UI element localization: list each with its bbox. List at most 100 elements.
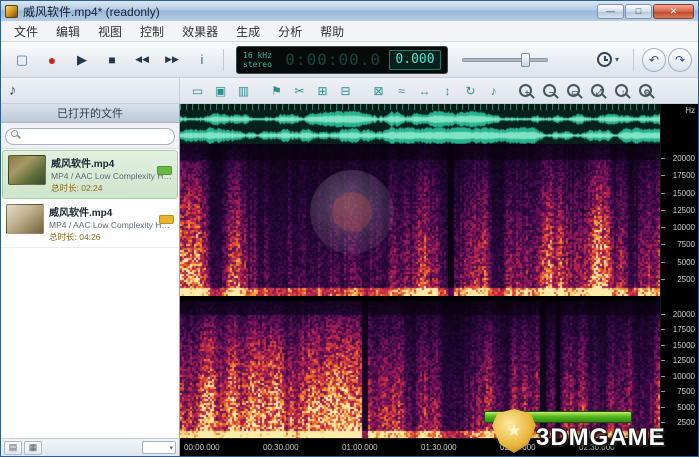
zoom-fit-button[interactable]: ⤢ [586,80,608,101]
file-thumbnail [6,204,44,234]
menu-item-7[interactable]: 分析 [269,21,311,42]
zoom-out-button[interactable]: − [538,80,560,101]
lcd-format-label: 16 kHz stereo [243,50,272,69]
spectrogram-channel-2[interactable] [180,301,660,438]
audio-properties-button[interactable]: ♪ [9,82,17,99]
frequency-label: 2500 [677,274,695,284]
file-format: MP4 / AAC Low Complexity Headin... [51,171,172,181]
minimize-button[interactable]: — [597,3,624,19]
stop-button[interactable]: ■ [97,46,127,73]
search-icon [11,130,18,137]
time-label: 02:30.000 [579,443,615,452]
sidebar-footer: ▤ ▦ ▾ [1,438,180,456]
file-badge [159,215,174,224]
tool-scroll-horizontal-button[interactable]: ↔ [413,80,436,101]
tool-copy-button[interactable]: ⊞ [311,80,334,101]
redo-button[interactable]: ↷ [668,47,692,72]
transport-buttons: ▢ ● ▶ ■ ◀◀ ▶▶ i [7,46,217,73]
frequency-label: 7500 [677,240,695,250]
record-button[interactable]: ● [37,46,67,73]
time-ruler[interactable]: 00:00.000 00:30.000 01:00.000 01:30.000 02:0… [180,438,660,456]
menu-item-2[interactable]: 编辑 [47,21,89,42]
spectrogram-settings-icon: ⚙ [638,84,652,97]
menu-item-4[interactable]: 控制 [131,21,173,42]
tool-paste-button[interactable]: ⊟ [334,80,357,101]
menu-bar: 文件 编辑 视图 控制 效果器 生成 分析 帮助 [1,21,698,42]
tools-left-panel: ♪ [1,78,180,103]
zoom-in-icon: + [518,84,532,97]
frequency-label: 15000 [672,188,695,198]
time-label: 01:30.000 [421,443,457,452]
file-item[interactable]: 威风软件.mp4MP4 / AAC Low Complexity Headin.… [1,200,179,248]
clock-icon [596,52,612,67]
file-title: 威风软件.mp4 [51,159,115,170]
main-view [180,104,660,438]
frequency-ruler: Hz 20000 17500 15000 12500 10000 7500 5000 2500 2… [660,104,698,438]
search-input[interactable] [5,128,175,145]
content-area: 已打开的文件 威风软件.mp4 MP4 / AAC Low Complexity … [1,104,698,438]
maximize-button[interactable]: □ [625,3,652,19]
tool-marker-button[interactable]: ⚑ [265,80,288,101]
menu-item-1[interactable]: 文件 [5,21,47,42]
undo-button[interactable]: ↶ [642,47,666,72]
spectrogram-channel-1[interactable] [180,144,660,296]
tool-delete-button[interactable]: ⊠ [367,80,390,101]
volume-handle[interactable] [521,52,530,67]
zoom-selection-button[interactable]: ▭ [562,80,584,101]
bottom-row: ▤ ▦ ▾ 00:00.000 00:30.000 01:00.000 01:30.000… [1,438,698,456]
play-button[interactable]: ▶ [67,46,97,73]
lcd-time-readout: 0:00:00.0 [285,50,381,69]
frequency-label: 5000 [677,257,695,267]
tool-loop-button[interactable]: ↻ [459,80,482,101]
zoom-vertical-icon: ↕ [614,84,628,97]
zoom-vertical-button[interactable]: ↕ [610,80,632,101]
fast-forward-button[interactable]: ▶▶ [157,46,187,73]
volume-slider[interactable] [462,52,548,68]
scale-select[interactable]: ▾ [142,441,176,454]
frequency-label: 20000 [672,154,695,164]
menu-item-6[interactable]: 生成 [227,21,269,42]
time-format-button[interactable]: ▾ [589,47,627,73]
menu-item-3[interactable]: 视图 [89,21,131,42]
spectrogram-settings-button[interactable]: ⚙ [634,80,656,101]
toggle-file-panel-button[interactable]: ▤ [4,440,22,455]
tool-scroll-vertical-button[interactable]: ↕ [436,80,459,101]
menu-item-5[interactable]: 效果器 [173,21,227,42]
window-title: 威风软件.mp4* (readonly) [23,4,160,19]
window-controls: — □ ✕ [597,3,694,19]
frequency-label: 5000 [677,402,695,412]
loop-selection-button[interactable]: ▢ [7,46,37,73]
frequency-label: 12500 [672,205,695,215]
edit-tools: ▭ ▣ ▥ ⚑ ✂ ⊞ ⊟ ⊠ ≈ ↔ ↕ ↻ ♪ [180,80,505,101]
file-item[interactable]: 威风软件.mp4MP4 / AAC Low Complexity Headin.… [2,150,178,199]
frequency-label: 17500 [672,171,695,181]
tool-cut-button[interactable]: ✂ [288,80,311,101]
tool-spectral-view-button[interactable]: ▥ [232,80,255,101]
zoom-in-button[interactable]: + [514,80,536,101]
tool-time-selection-button[interactable]: ▭ [186,80,209,101]
menu-item-8[interactable]: 帮助 [311,21,353,42]
tool-fade-button[interactable]: ≈ [390,80,413,101]
toolbar-separator [633,48,634,71]
app-icon [5,4,18,18]
ruler-corner [660,438,698,456]
toggle-layout-button[interactable]: ▦ [24,440,42,455]
close-button[interactable]: ✕ [653,3,694,19]
volume-track [462,57,548,62]
time-label: 00:00.000 [184,443,220,452]
time-label: 00:30.000 [263,443,299,452]
file-list: 威风软件.mp4MP4 / AAC Low Complexity Headin.… [1,149,179,438]
zoom-out-icon: − [542,84,556,97]
file-info-button[interactable]: i [187,46,217,73]
tools-row: ♪ ▭ ▣ ▥ ⚑ ✂ ⊞ ⊟ ⊠ ≈ ↔ ↕ ↻ ♪ + − ▭ ⤢ ↕ ⚙ [1,78,698,104]
lcd-display: 16 kHz stereo 0:00:00.0 0.000 [236,45,448,74]
sidebar-search-row [1,123,179,149]
rewind-button[interactable]: ◀◀ [127,46,157,73]
waveform-overview[interactable] [180,110,660,144]
tool-rect-selection-button[interactable]: ▣ [209,80,232,101]
file-sidebar: 已打开的文件 威风软件.mp4 MP4 / AAC Low Complexity … [1,104,180,438]
title-bar[interactable]: 威风软件.mp4* (readonly) — □ ✕ [1,1,698,21]
frequency-label: 12500 [672,356,695,366]
zoom-selection-icon: ▭ [566,84,580,97]
tool-monitor-button[interactable]: ♪ [482,80,505,101]
